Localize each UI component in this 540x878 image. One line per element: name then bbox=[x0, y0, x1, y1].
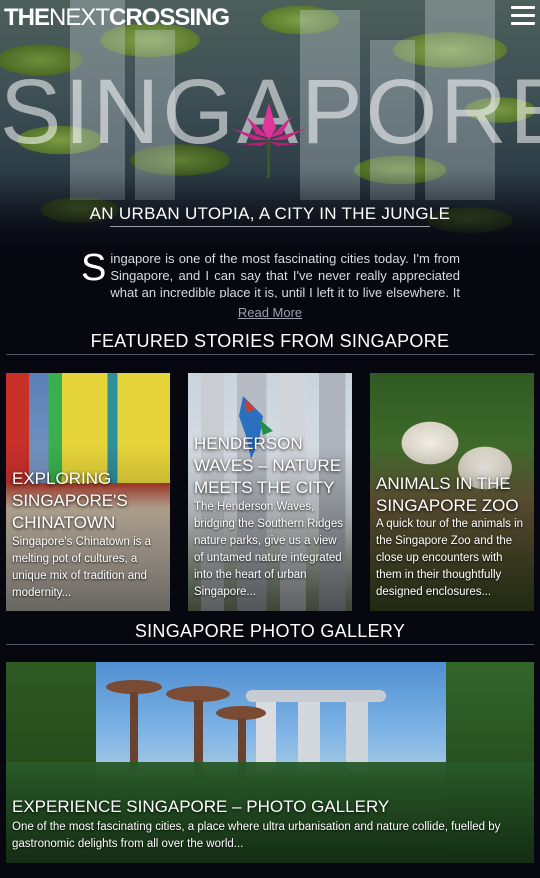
hamburger-menu-icon[interactable] bbox=[511, 6, 535, 26]
story-card-henderson-waves[interactable]: Henderson Waves – Nature Meets the City … bbox=[188, 373, 352, 611]
gallery-heading: SINGAPORE PHOTO GALLERY bbox=[134, 621, 406, 641]
card-excerpt: Singapore's Chinatown is a melting pot o… bbox=[12, 536, 151, 599]
card-title: Henderson Waves – Nature Meets the City bbox=[194, 434, 342, 497]
hero-divider bbox=[110, 226, 430, 227]
hero-subtitle: AN URBAN UTOPIA, A CITY IN THE JUNGLE bbox=[89, 204, 451, 223]
card-title: Exploring Singapore's Chinatown bbox=[12, 469, 128, 532]
intro-text: ingapore is one of the most fascinating … bbox=[110, 251, 460, 298]
gallery-title: EXPERIENCE SINGAPORE – PHOTO GALLERY bbox=[12, 797, 390, 816]
featured-divider bbox=[6, 354, 534, 355]
lotus-flower-icon bbox=[231, 103, 307, 178]
site-logo[interactable]: THENEXTCROSSING bbox=[4, 4, 230, 32]
read-more-link[interactable]: Read More bbox=[0, 305, 540, 320]
featured-heading: FEATURED STORIES FROM SINGAPORE bbox=[90, 331, 450, 351]
hero-banner: THENEXTCROSSING SINGAPORE AN URBAN UTOPI… bbox=[0, 0, 540, 245]
gallery-excerpt: One of the most fascinating cities, a pl… bbox=[12, 821, 501, 850]
card-excerpt: A quick tour of the animals in the Singa… bbox=[376, 518, 524, 598]
card-excerpt: The Henderson Waves, bridging the Southe… bbox=[194, 501, 343, 598]
story-card-chinatown[interactable]: Exploring Singapore's Chinatown Singapor… bbox=[6, 373, 170, 611]
intro-paragraph: Singapore is one of the most fascinating… bbox=[81, 250, 460, 298]
gallery-card[interactable]: EXPERIENCE SINGAPORE – PHOTO GALLERY One… bbox=[6, 662, 534, 863]
gallery-divider bbox=[6, 644, 534, 645]
story-card-singapore-zoo[interactable]: Animals in the Singapore Zoo A quick tou… bbox=[370, 373, 534, 611]
card-title: Animals in the Singapore Zoo bbox=[376, 474, 519, 515]
intro-dropcap: S bbox=[81, 250, 107, 289]
